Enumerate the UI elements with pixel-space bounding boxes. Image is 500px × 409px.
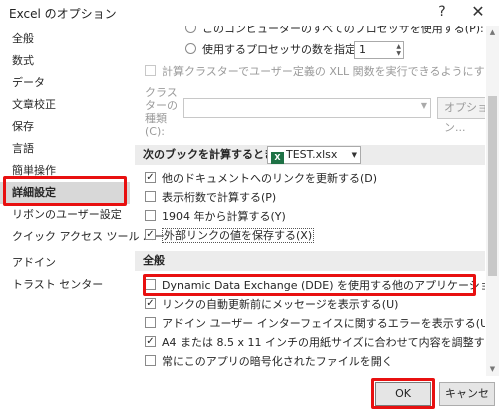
- precision-as-displayed-label: 表示桁数で計算する(P): [162, 191, 277, 204]
- dropdown-arrow-icon: ▼: [420, 101, 427, 110]
- window-title: Excel のオプション: [9, 7, 117, 21]
- use-processors-radio[interactable]: [185, 43, 196, 54]
- cluster-type-input[interactable]: ▼: [183, 98, 431, 118]
- scroll-up-icon[interactable]: ▲: [486, 26, 499, 39]
- vertical-scrollbar[interactable]: ▲ ▼: [486, 26, 499, 376]
- general-option[interactable]: アドイン ユーザー インターフェイスに関するエラーを表示する(U): [145, 315, 485, 333]
- ignore-dde-checkbox[interactable]: [145, 279, 156, 290]
- addin-ui-errors-checkbox[interactable]: [145, 317, 156, 328]
- all-processors-option[interactable]: このコンピューターのすべてのプロセッサを使用する(P): 8: [185, 26, 485, 38]
- sidebar-item-advanced[interactable]: 詳細設定: [0, 182, 130, 204]
- sidebar-item-data[interactable]: データ: [0, 72, 130, 94]
- sidebar-item-language[interactable]: 言語: [0, 138, 130, 160]
- open-encrypted-label: 常にこのアプリの暗号化されたファイルを開く: [162, 355, 393, 368]
- sidebar-item-formulas[interactable]: 数式: [0, 50, 130, 72]
- chevron-down-icon: ▼: [351, 151, 357, 159]
- date-1904-label: 1904 年から計算する(Y): [162, 210, 286, 223]
- sidebar-item-accessibility[interactable]: 簡単操作: [0, 160, 130, 182]
- sidebar: 全般 数式 データ 文章校正 保存 言語 簡単操作 詳細設定 リボンのユーザー設…: [0, 26, 165, 409]
- general-option[interactable]: リンクの自動更新前にメッセージを表示する(U): [145, 296, 398, 314]
- cluster-calc-checkbox[interactable]: [145, 65, 156, 76]
- ask-update-links-checkbox[interactable]: [145, 298, 156, 309]
- processor-count-value: 1: [359, 43, 366, 56]
- sidebar-item-quick-access-toolbar[interactable]: クイック アクセス ツール バー: [0, 226, 165, 248]
- general-option[interactable]: Dynamic Data Exchange (DDE) を使用する他のアプリケー…: [145, 277, 485, 295]
- all-processors-label: このコンピューターのすべてのプロセッサを使用する(P): 8: [202, 26, 485, 35]
- close-button[interactable]: ✕: [468, 3, 488, 21]
- advanced-options-panel: このコンピューターのすべてのプロセッサを使用する(P): 8 使用するプロセッサ…: [135, 26, 485, 376]
- open-encrypted-checkbox[interactable]: [145, 355, 156, 366]
- workbook-option[interactable]: 外部リンクの値を保存する(X): [145, 227, 315, 245]
- ignore-dde-label: Dynamic Data Exchange (DDE) を使用する他のアプリケー…: [162, 279, 485, 292]
- scale-paper-size-label: A4 または 8.5 x 11 インチの用紙サイズに合わせて内容を調整する(A): [162, 336, 485, 349]
- date-1904-checkbox[interactable]: [145, 210, 156, 221]
- scale-paper-size-checkbox[interactable]: [145, 336, 156, 347]
- workbook-option[interactable]: 他のドキュメントへのリンクを更新する(D): [145, 170, 377, 188]
- general-option[interactable]: A4 または 8.5 x 11 インチの用紙サイズに合わせて内容を調整する(A): [145, 334, 485, 352]
- ask-update-links-label: リンクの自動更新前にメッセージを表示する(U): [162, 298, 399, 311]
- cluster-calc-label: 計算クラスターでユーザー定義の XLL 関数を実行できるようにする(W): [162, 65, 485, 78]
- save-external-links-label: 外部リンクの値を保存する(X): [162, 228, 315, 243]
- sidebar-item-save[interactable]: 保存: [0, 116, 130, 138]
- update-links-label: 他のドキュメントへのリンクを更新する(D): [162, 172, 378, 185]
- spin-up-icon[interactable]: ▲: [396, 43, 401, 50]
- sidebar-item-general[interactable]: 全般: [0, 28, 130, 50]
- all-processors-radio[interactable]: [185, 26, 196, 33]
- processor-count-spinner[interactable]: 1 ▲ ▼: [354, 41, 404, 59]
- help-button[interactable]: ?: [432, 3, 452, 21]
- sidebar-item-trust-center[interactable]: トラスト センター: [0, 274, 130, 296]
- scrollbar-thumb[interactable]: [488, 96, 497, 276]
- cancel-button[interactable]: キャンセル: [439, 382, 495, 406]
- workbook-select-value: TEST.xlsx: [286, 148, 338, 161]
- cluster-type-label: クラスターの種類(C):: [145, 86, 178, 138]
- cluster-options-button[interactable]: オプション...: [437, 97, 485, 134]
- sidebar-item-proofing[interactable]: 文章校正: [0, 94, 130, 116]
- title-bar: Excel のオプション ? ✕: [0, 0, 500, 26]
- save-external-links-checkbox[interactable]: [145, 229, 156, 240]
- workbook-option[interactable]: 1904 年から計算する(Y): [145, 208, 286, 226]
- sidebar-item-customize-ribbon[interactable]: リボンのユーザー設定: [0, 204, 130, 226]
- spin-down-icon[interactable]: ▼: [396, 50, 401, 57]
- ok-button[interactable]: OK: [375, 382, 431, 406]
- general-option[interactable]: 常にこのアプリの暗号化されたファイルを開く: [145, 353, 393, 371]
- general-section: 全般: [135, 251, 485, 271]
- general-section-label: 全般: [143, 254, 165, 267]
- workbook-select[interactable]: X TEST.xlsx ▼: [267, 146, 361, 164]
- cluster-calc-option[interactable]: 計算クラスターでユーザー定義の XLL 関数を実行できるようにする(W)i: [145, 63, 485, 81]
- workbook-option[interactable]: 表示桁数で計算する(P): [145, 189, 276, 207]
- precision-as-displayed-checkbox[interactable]: [145, 191, 156, 202]
- sidebar-item-addins[interactable]: アドイン: [0, 252, 130, 274]
- excel-icon: X: [271, 152, 284, 164]
- scroll-down-icon[interactable]: ▼: [486, 363, 499, 376]
- update-links-checkbox[interactable]: [145, 172, 156, 183]
- addin-ui-errors-label: アドイン ユーザー インターフェイスに関するエラーを表示する(U): [162, 317, 485, 330]
